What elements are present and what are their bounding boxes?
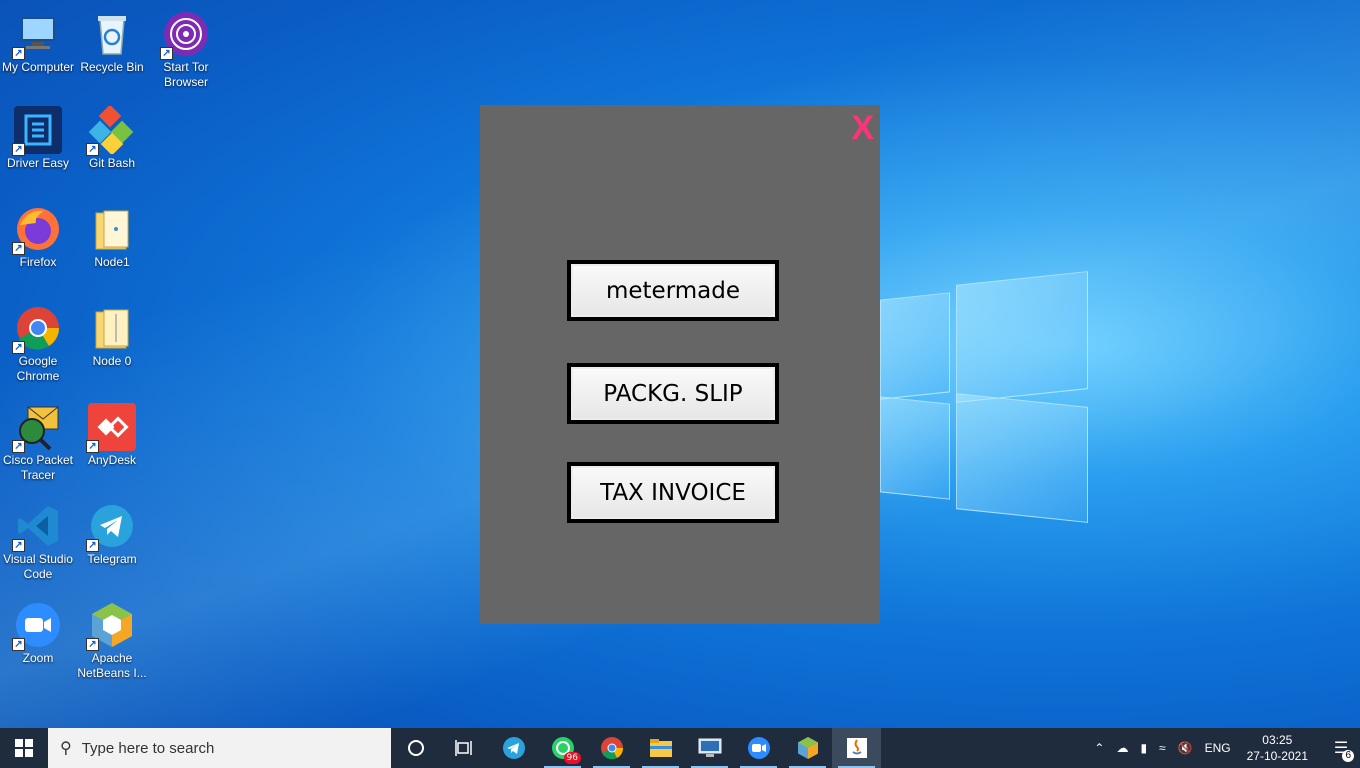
- icon-label: Driver Easy: [6, 156, 69, 170]
- telegram-icon: [502, 737, 525, 759]
- chrome-icon: ↗: [12, 304, 62, 354]
- zoom-icon: ↗: [12, 601, 62, 651]
- vscode-icon: ↗: [12, 502, 62, 552]
- icon-label: Node 0: [92, 354, 132, 368]
- notification-count-badge: 6: [1342, 750, 1354, 762]
- desktop-icon-zoom[interactable]: ↗ Zoom: [0, 601, 76, 666]
- clock-time: 03:25: [1262, 733, 1293, 747]
- desktop-icon-node0[interactable]: Node 0: [74, 304, 150, 369]
- desktop-icon-google-chrome[interactable]: ↗ Google Chrome: [0, 304, 76, 384]
- icon-label: Start Tor Browser: [163, 60, 209, 89]
- git-bash-icon: ↗: [86, 104, 136, 156]
- desktop-icon-telegram[interactable]: ↗ Telegram: [74, 502, 150, 567]
- recycle-bin-icon: [88, 10, 136, 58]
- netbeans-icon: [797, 737, 818, 759]
- desktop-icon-firefox[interactable]: ↗ Firefox: [0, 205, 76, 270]
- computer-icon: ↗: [12, 10, 62, 60]
- taskbar-whatsapp[interactable]: 96: [538, 728, 587, 768]
- search-placeholder: Type here to search: [81, 739, 215, 757]
- onedrive-cloud-icon[interactable]: ☁: [1116, 741, 1128, 755]
- packing-slip-button[interactable]: PACKG. SLIP: [567, 363, 779, 424]
- action-center-button[interactable]: ☰ 6: [1322, 728, 1360, 768]
- icon-label: AnyDesk: [87, 453, 137, 467]
- icon-label: Google Chrome: [16, 354, 60, 383]
- icon-label: Telegram: [87, 552, 137, 566]
- icon-label: Apache NetBeans I...: [77, 651, 147, 680]
- icon-label: Visual Studio Code: [3, 552, 73, 581]
- desktop-icon-vscode[interactable]: ↗ Visual Studio Code: [0, 502, 76, 582]
- start-button[interactable]: [0, 728, 48, 768]
- driver-easy-icon: ↗: [12, 106, 62, 156]
- folder-icon: [88, 304, 136, 352]
- taskbar-search-box[interactable]: ⚲ Type here to search: [48, 728, 391, 768]
- desktop-icon-tor-browser[interactable]: ↗ Start Tor Browser: [148, 10, 224, 90]
- java-icon: [846, 738, 867, 758]
- desktop-icon-git-bash[interactable]: ↗ Git Bash: [74, 104, 150, 171]
- desktop-icon-node1[interactable]: Node1: [74, 205, 150, 270]
- desktop-icon-driver-easy[interactable]: ↗ Driver Easy: [0, 106, 76, 171]
- chrome-icon: [600, 737, 623, 760]
- icon-label: Recycle Bin: [80, 60, 144, 74]
- desktop-icon-my-computer[interactable]: ↗ My Computer: [0, 10, 76, 75]
- cortana-button[interactable]: [391, 728, 440, 768]
- desktop-icon-recycle-bin[interactable]: Recycle Bin: [74, 10, 150, 75]
- clock[interactable]: 03:25 27-10-2021: [1247, 732, 1308, 764]
- folder-icon: [88, 205, 136, 253]
- volume-muted-icon[interactable]: 🔇: [1178, 741, 1193, 755]
- telegram-icon: ↗: [86, 502, 136, 552]
- clock-date: 27-10-2021: [1246, 749, 1308, 763]
- system-tray: ⌃ ☁ ▮ ≈ 🔇 ENG 03:25 27-10-2021 ☰ 6: [1088, 728, 1360, 768]
- icon-label: Firefox: [19, 255, 57, 269]
- taskbar-java-app[interactable]: [832, 728, 881, 768]
- desktop-icon-netbeans[interactable]: ↗ Apache NetBeans I...: [74, 601, 150, 681]
- task-view-icon: [454, 740, 472, 756]
- wifi-icon[interactable]: ≈: [1159, 741, 1166, 755]
- icon-label: Git Bash: [88, 156, 136, 170]
- icon-label: My Computer: [1, 60, 75, 74]
- packet-tracer-icon: ↗: [12, 403, 62, 453]
- search-icon: ⚲: [60, 740, 72, 757]
- language-indicator[interactable]: ENG: [1205, 741, 1231, 755]
- firefox-icon: ↗: [12, 205, 62, 255]
- taskbar-telegram[interactable]: [489, 728, 538, 768]
- tax-invoice-button[interactable]: TAX INVOICE: [567, 462, 779, 523]
- anydesk-icon: ↗: [86, 403, 136, 453]
- whatsapp-unread-badge: 96: [563, 752, 581, 764]
- remote-desktop-icon: [698, 738, 721, 757]
- netbeans-icon: ↗: [86, 601, 136, 651]
- desktop-icon-cisco-packet-tracer[interactable]: ↗ Cisco Packet Tracer: [0, 403, 76, 483]
- close-button[interactable]: X: [851, 109, 874, 148]
- taskbar-remote-desktop[interactable]: [685, 728, 734, 768]
- taskbar-zoom[interactable]: [734, 728, 783, 768]
- desktop-icon-anydesk[interactable]: ↗ AnyDesk: [74, 403, 150, 468]
- document-menu-dialog: X metermade PACKG. SLIP TAX INVOICE: [480, 105, 880, 624]
- tor-browser-icon: ↗: [160, 10, 210, 60]
- taskbar: ⚲ Type here to search 96 ⌃ ☁ ▮ ≈ 🔇 ENG 0…: [0, 728, 1360, 768]
- taskbar-file-explorer[interactable]: [636, 728, 685, 768]
- icon-label: Node1: [94, 255, 130, 269]
- show-hidden-icons-chevron-up-icon[interactable]: ⌃: [1094, 741, 1104, 755]
- metermade-button[interactable]: metermade: [567, 260, 779, 321]
- cortana-circle-icon: [407, 740, 424, 756]
- icon-label: Cisco Packet Tracer: [2, 453, 74, 482]
- battery-icon[interactable]: ▮: [1140, 741, 1147, 755]
- icon-label: Zoom: [22, 651, 54, 665]
- windows-start-icon: [15, 739, 33, 757]
- zoom-icon: [747, 737, 770, 759]
- windows-logo-wallpaper: [880, 270, 1092, 526]
- taskbar-netbeans[interactable]: [783, 728, 832, 768]
- taskbar-chrome[interactable]: [587, 728, 636, 768]
- task-view-button[interactable]: [440, 728, 489, 768]
- folder-icon: [649, 739, 672, 757]
